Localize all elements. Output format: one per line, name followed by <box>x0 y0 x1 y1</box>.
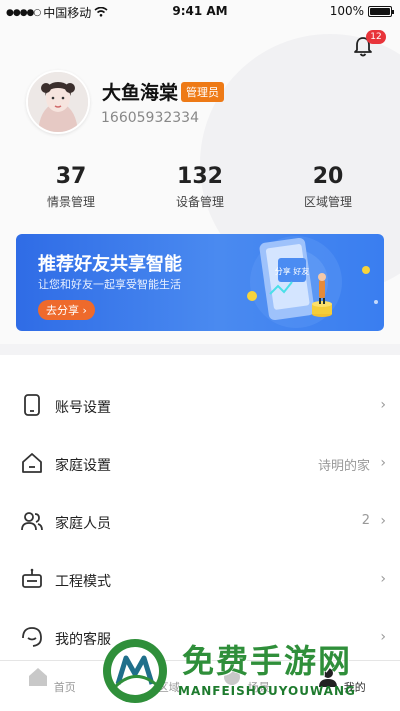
stat-label: 情景管理 <box>46 195 95 209</box>
illustration-text: 分享 好友 <box>275 266 310 276</box>
support-icon <box>22 627 42 647</box>
battery-icon <box>368 5 394 17</box>
menu-item-family-members[interactable]: 家庭人员 2 › <box>0 493 400 551</box>
stat-label: 设备管理 <box>175 195 224 209</box>
stat-label: 区域管理 <box>303 195 352 209</box>
user-phone: 16605932334 <box>101 110 199 126</box>
menu-item-engineering-mode[interactable]: 工程模式 › <box>0 551 400 609</box>
profile-icon <box>319 668 338 687</box>
phone-icon <box>24 394 40 416</box>
tab-label: 我的 <box>343 681 366 694</box>
share-banner[interactable]: 推荐好友共享智能 让您和好友一起享受智能生活 去分享 › 分享 好友 <box>16 234 384 331</box>
menu-label: 我的客服 <box>55 632 111 648</box>
banner-title: 推荐好友共享智能 <box>38 254 182 275</box>
tab-label: 区域 <box>157 681 180 694</box>
notification-count-badge: 12 <box>366 30 386 44</box>
battery-percent: 100% <box>329 4 364 18</box>
chevron-right-icon: › <box>380 629 386 645</box>
stat-value: 37 <box>55 164 87 189</box>
stat-devices[interactable]: 132 设备管理 <box>140 164 260 210</box>
tab-label: 首页 <box>53 681 76 694</box>
menu-item-account-settings[interactable]: 账号设置 › <box>0 377 400 435</box>
stat-scenes[interactable]: 37 情景管理 <box>11 164 131 210</box>
chevron-right-icon: › <box>380 397 386 413</box>
tab-label: 场景 <box>247 681 270 694</box>
tab-home[interactable]: 首页 <box>16 665 86 695</box>
robot-icon <box>22 568 42 588</box>
notification-bell-button[interactable]: 12 <box>352 30 386 60</box>
status-right: 100% <box>329 4 394 18</box>
settings-menu: 账号设置 › 家庭设置 诗明的家 › 家庭人员 2 › 工程模式 › 我的客服 … <box>0 355 400 665</box>
stats-row: 37 情景管理 132 设备管理 20 区域管理 <box>0 164 400 220</box>
home-icon <box>29 668 48 686</box>
status-bar: ●●●●○ 中国移动 9:41 AM 100% <box>0 0 400 24</box>
stat-areas[interactable]: 20 区域管理 <box>268 164 388 210</box>
share-button[interactable]: 去分享 › <box>38 300 95 320</box>
stat-value: 20 <box>312 164 344 189</box>
share-illustration: 分享 好友 <box>247 236 378 328</box>
avatar-portrait-icon <box>28 72 88 132</box>
tab-scene[interactable]: 场景 <box>210 665 280 695</box>
menu-label: 家庭人员 <box>55 516 111 532</box>
menu-value: 2 <box>361 513 370 528</box>
banner-subtitle: 让您和好友一起享受智能生活 <box>38 278 181 291</box>
avatar[interactable] <box>26 70 90 134</box>
role-badge: 管理员 <box>181 82 224 102</box>
chevron-right-icon: › <box>380 455 386 471</box>
menu-value: 诗明的家 <box>317 459 370 474</box>
chevron-right-icon: › <box>380 513 386 529</box>
profile-header: 12 大鱼海棠 管理员 16605932334 37 情景管理 132 设备管理… <box>0 24 400 344</box>
stat-value: 132 <box>177 164 223 189</box>
user-name: 大鱼海棠 <box>102 82 179 104</box>
area-icon <box>133 668 152 686</box>
tab-area[interactable]: 区域 <box>120 665 190 695</box>
menu-item-home-settings[interactable]: 家庭设置 诗明的家 › <box>0 435 400 493</box>
home-icon <box>22 453 42 473</box>
scene-icon <box>224 669 241 685</box>
menu-item-customer-service[interactable]: 我的客服 › <box>0 609 400 667</box>
people-icon <box>21 512 43 531</box>
menu-label: 家庭设置 <box>55 458 111 474</box>
bottom-tab-bar: 首页 区域 场景 我的 <box>0 660 400 711</box>
menu-label: 工程模式 <box>55 574 111 590</box>
tab-profile[interactable]: 我的 <box>306 665 376 695</box>
chevron-right-icon: › <box>380 571 386 587</box>
menu-label: 账号设置 <box>55 400 111 416</box>
